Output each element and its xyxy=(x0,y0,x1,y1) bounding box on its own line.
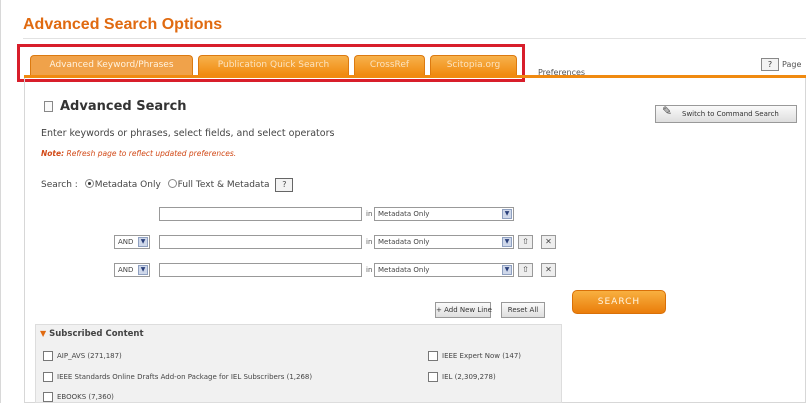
remove-icon[interactable]: ✕ xyxy=(541,263,556,277)
field-select[interactable]: Metadata Only ▼ xyxy=(374,207,514,221)
tab-crossref[interactable]: CrossRef xyxy=(354,55,425,75)
tab-publication-quick-search[interactable]: Publication Quick Search xyxy=(198,55,349,75)
tab-scitopia[interactable]: Scitopia.org xyxy=(430,55,517,75)
field-select[interactable]: Metadata Only ▼ xyxy=(374,263,514,277)
add-new-line-button[interactable]: + Add New Line xyxy=(435,302,492,318)
move-up-icon[interactable]: ⇧ xyxy=(518,235,533,249)
checkbox[interactable] xyxy=(428,351,438,361)
keyword-input[interactable] xyxy=(159,235,362,249)
keyword-input[interactable] xyxy=(159,207,362,221)
field-select[interactable]: Metadata Only ▼ xyxy=(374,235,514,249)
chevron-down-icon: ▼ xyxy=(138,265,148,275)
radio-full-text[interactable] xyxy=(167,179,177,188)
checkbox[interactable] xyxy=(428,372,438,382)
operator-select[interactable]: AND ▼ xyxy=(114,263,150,277)
radio-label: Full Text & Metadata xyxy=(177,180,270,190)
search-button[interactable]: SEARCH xyxy=(572,290,666,314)
document-icon xyxy=(44,101,53,112)
divider xyxy=(23,38,806,39)
in-label: in xyxy=(366,210,373,218)
tab-advanced-keyword[interactable]: Advanced Keyword/Phrases xyxy=(30,55,193,75)
plus-icon: + xyxy=(436,306,442,314)
search-scope-label: Search : xyxy=(41,180,78,190)
chevron-down-icon: ▼ xyxy=(138,237,148,247)
radio-label: Metadata Only xyxy=(94,180,161,190)
checkbox-label: IEEE Standards Online Drafts Add-on Pack… xyxy=(57,373,313,381)
checkbox[interactable] xyxy=(43,392,53,402)
page-title: Advanced Search Options xyxy=(23,16,223,33)
subscribed-content-toggle[interactable]: ▼ Subscribed Content xyxy=(40,329,144,339)
note-text: Note: Refresh page to reflect updated pr… xyxy=(41,149,237,158)
pencil-icon: ✎ xyxy=(662,104,673,118)
chevron-down-icon: ▼ xyxy=(502,265,512,275)
chevron-down-icon: ▼ xyxy=(502,209,512,219)
reset-all-button[interactable]: Reset All xyxy=(501,302,545,318)
checkbox-label: EBOOKS (7,360) xyxy=(57,393,114,401)
triangle-down-icon: ▼ xyxy=(40,329,47,338)
checkbox-label: IEEE Expert Now (147) xyxy=(442,352,522,360)
help-icon[interactable]: ? xyxy=(761,58,779,71)
checkbox[interactable] xyxy=(43,372,53,382)
instructions-text: Enter keywords or phrases, select fields… xyxy=(41,128,335,139)
search-scope: Search : Metadata Only Full Text & Metad… xyxy=(41,178,294,192)
preferences-link[interactable]: Preferences xyxy=(538,68,585,77)
keyword-input[interactable] xyxy=(159,263,362,277)
move-up-icon[interactable]: ⇧ xyxy=(518,263,533,277)
page-help-label[interactable]: Page xyxy=(782,60,801,69)
checkbox-label: AIP_AVS (271,187) xyxy=(57,352,122,360)
in-label: in xyxy=(366,238,373,246)
radio-metadata-only[interactable] xyxy=(84,179,94,188)
section-title: Advanced Search xyxy=(60,99,187,114)
checkbox[interactable] xyxy=(43,351,53,361)
remove-icon[interactable]: ✕ xyxy=(541,235,556,249)
operator-select[interactable]: AND ▼ xyxy=(114,235,150,249)
in-label: in xyxy=(366,266,373,274)
help-icon[interactable]: ? xyxy=(275,178,294,192)
switch-to-command-search-button[interactable]: Switch to Command Search xyxy=(655,105,797,123)
checkbox-label: IEL (2,309,278) xyxy=(442,373,496,381)
chevron-down-icon: ▼ xyxy=(502,237,512,247)
